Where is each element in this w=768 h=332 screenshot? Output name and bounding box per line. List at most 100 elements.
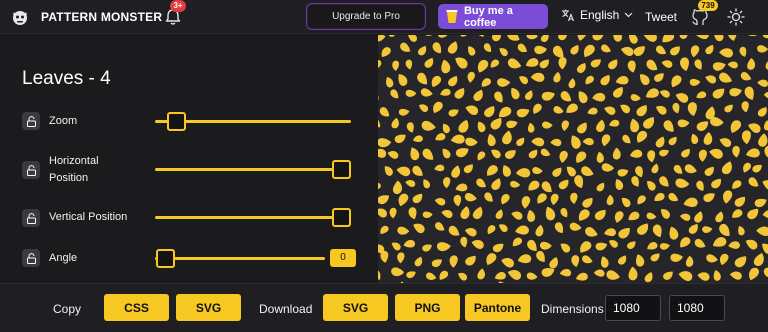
leaf-shape xyxy=(687,102,697,117)
leaf-shape xyxy=(662,35,675,43)
leaf-shape xyxy=(435,133,446,141)
leaf-shape xyxy=(730,120,742,134)
leaf-shape xyxy=(516,108,530,118)
leaf-shape xyxy=(613,35,623,42)
vertical-position-slider-track[interactable] xyxy=(155,216,351,219)
leaf-shape xyxy=(455,57,468,69)
tweet-link[interactable]: Tweet xyxy=(645,10,677,24)
angle-lock-button[interactable] xyxy=(22,249,40,267)
leaf-shape xyxy=(515,168,531,178)
buy-me-a-coffee-button[interactable]: Buy me a coffee xyxy=(438,4,548,29)
leaf-shape xyxy=(507,269,522,280)
leaf-shape xyxy=(679,35,688,39)
brand-name[interactable]: PATTERN MONSTER xyxy=(41,10,162,24)
leaf-shape xyxy=(643,116,655,129)
leaf-shape xyxy=(542,121,553,129)
leaf-shape xyxy=(449,255,458,268)
leaf-shape xyxy=(581,166,594,176)
leaf-shape xyxy=(689,78,701,86)
leaf-shape xyxy=(647,150,656,163)
leaf-shape xyxy=(696,180,704,191)
width-input[interactable] xyxy=(605,295,661,321)
leaf-shape xyxy=(592,35,604,41)
leaf-shape xyxy=(697,272,710,281)
leaf-shape xyxy=(671,75,682,88)
leaf-shape xyxy=(732,209,743,218)
leaf-shape xyxy=(601,163,615,172)
download-png-button[interactable]: PNG xyxy=(395,294,460,321)
leaf-shape xyxy=(491,178,501,190)
leaf-shape xyxy=(398,193,409,207)
leaf-shape xyxy=(698,149,707,162)
leaf-shape xyxy=(670,253,683,262)
leaf-shape xyxy=(378,195,390,205)
leaf-shape xyxy=(507,35,520,41)
leaf-shape xyxy=(477,121,486,133)
coffee-cup-icon xyxy=(446,10,458,23)
leaf-shape xyxy=(566,103,578,113)
sun-icon[interactable] xyxy=(727,8,745,26)
leaf-shape xyxy=(652,224,662,238)
leaf-shape xyxy=(706,254,718,263)
leaf-shape xyxy=(571,255,580,268)
pattern-preview[interactable] xyxy=(378,35,768,283)
leaf-shape xyxy=(721,161,732,175)
leaf-shape xyxy=(645,88,659,98)
horizontal-position-slider-thumb[interactable] xyxy=(332,160,351,179)
leaf-shape xyxy=(422,244,432,252)
leaf-shape xyxy=(629,149,643,158)
leaf-shape xyxy=(413,135,423,143)
leaf-shape xyxy=(459,35,469,37)
leaf-shape xyxy=(433,101,443,114)
leaf-shape xyxy=(604,228,616,237)
leaf-shape xyxy=(447,41,458,54)
angle-slider-thumb[interactable] xyxy=(156,249,175,268)
leaf-shape xyxy=(465,255,476,266)
leaf-shape xyxy=(501,193,510,205)
leaf-shape xyxy=(476,35,484,37)
leaf-shape xyxy=(490,117,502,130)
download-pantone-button[interactable]: Pantone xyxy=(465,294,530,321)
horizontal-position-slider-track[interactable] xyxy=(155,168,351,171)
leaf-shape xyxy=(713,270,721,281)
leaf-shape xyxy=(753,253,764,267)
leaf-shape xyxy=(442,148,451,159)
chevron-down-icon xyxy=(624,12,633,18)
zoom-lock-button[interactable] xyxy=(22,112,40,130)
leaf-shape xyxy=(719,253,729,266)
zoom-slider-thumb[interactable] xyxy=(167,112,186,131)
leaf-shape xyxy=(596,151,604,163)
download-svg-button[interactable]: SVG xyxy=(323,294,388,321)
language-selector[interactable]: English xyxy=(561,8,633,22)
dimensions-label: Dimensions xyxy=(541,302,604,316)
leaf-shape xyxy=(492,243,504,253)
leaf-shape xyxy=(711,178,722,189)
leaf-shape xyxy=(512,237,523,247)
copy-css-button[interactable]: CSS xyxy=(104,294,169,321)
leaf-shape xyxy=(612,86,623,98)
unlock-icon xyxy=(26,115,36,127)
angle-slider-track[interactable] xyxy=(155,257,325,260)
horizontal-position-lock-button[interactable] xyxy=(22,161,40,179)
leaf-shape xyxy=(762,180,768,191)
vertical-position-lock-button[interactable] xyxy=(22,209,40,227)
copy-svg-button[interactable]: SVG xyxy=(176,294,241,321)
leaf-shape xyxy=(608,240,618,248)
monster-logo-icon[interactable] xyxy=(10,7,30,27)
leaf-shape xyxy=(596,119,605,132)
leaf-shape xyxy=(472,206,483,220)
leaf-shape xyxy=(728,241,740,249)
upgrade-button[interactable]: Upgrade to Pro xyxy=(306,3,426,30)
leaf-shape xyxy=(392,60,400,71)
height-input[interactable] xyxy=(669,295,725,321)
leaf-shape xyxy=(713,35,724,42)
leaf-shape xyxy=(554,222,564,234)
leaf-shape xyxy=(506,120,518,129)
leaf-shape xyxy=(487,225,496,235)
leaf-shape xyxy=(477,59,489,73)
vertical-position-slider-thumb[interactable] xyxy=(332,208,351,227)
leaf-shape xyxy=(712,88,725,99)
leaf-shape xyxy=(659,243,670,250)
leaf-shape xyxy=(448,225,460,236)
angle-value-box[interactable]: 0 xyxy=(330,249,356,267)
